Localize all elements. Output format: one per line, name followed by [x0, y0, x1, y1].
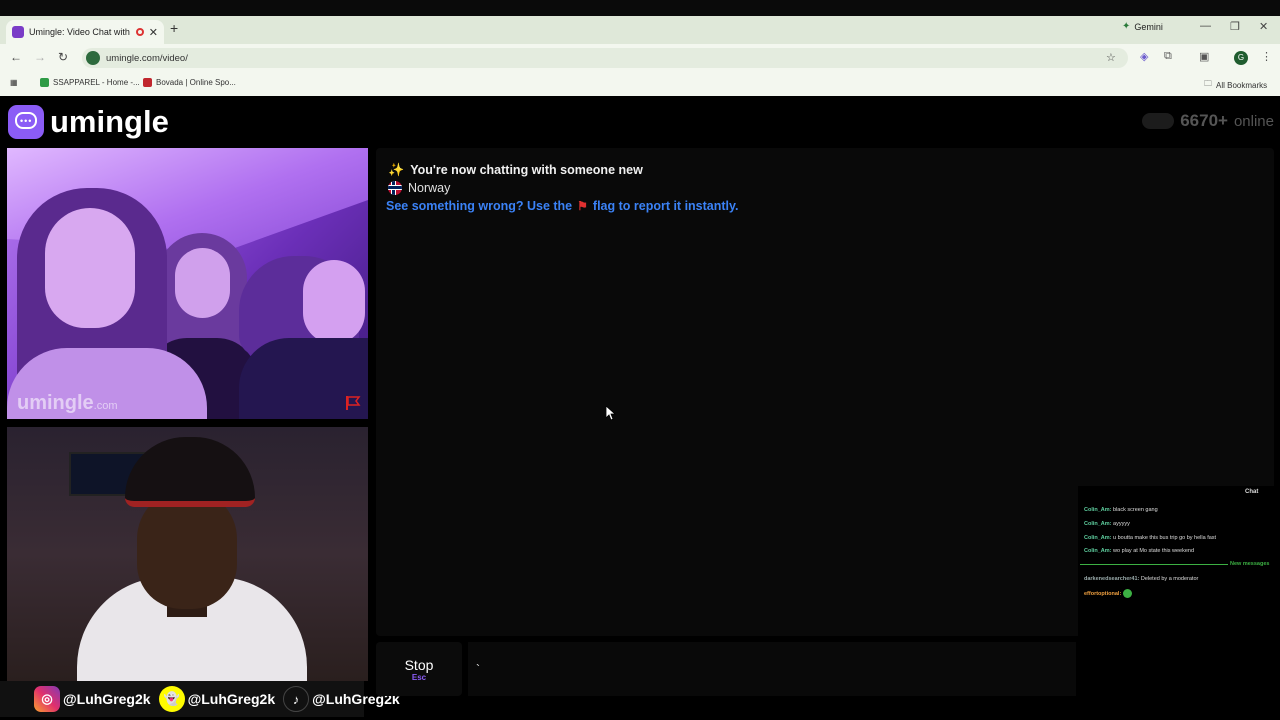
menu-icon[interactable]: ⋮: [1261, 50, 1272, 63]
url-text[interactable]: umingle.com/video/: [106, 53, 188, 64]
gemini-icon: ✦: [1122, 21, 1131, 32]
folder-icon: 🗀: [1204, 79, 1212, 88]
stream-chat-message: Colin_Am: wo play at Mo state this weeke…: [1084, 548, 1195, 554]
online-indicator: 6670+ online: [1142, 111, 1274, 131]
tab-close-icon[interactable]: ✕: [149, 26, 158, 39]
stream-chat-message: Colin_Am: ayyyyy: [1084, 521, 1130, 527]
bookmark-bovada[interactable]: Bovada | Online Spo...: [143, 78, 236, 87]
extension-puzzle-icon[interactable]: ◈: [1140, 50, 1148, 63]
chat-bubble-icon: •••: [8, 105, 44, 139]
report-hint: See something wrong? Use the ⚑ flag to r…: [386, 199, 739, 213]
reload-icon[interactable]: ↻: [58, 50, 68, 64]
all-bookmarks[interactable]: 🗀 All Bookmarks: [1204, 78, 1267, 92]
social-handles-bar: ◎ @LuhGreg2k 👻 @LuhGreg2k ♪ @LuhGreg2k: [0, 681, 400, 717]
mouse-cursor-icon: [606, 406, 616, 421]
bookmark-star-icon[interactable]: ☆: [1106, 51, 1116, 64]
stream-chat-message: effortoptional:: [1084, 589, 1132, 598]
bookmark-label: Bovada | Online Spo...: [156, 78, 236, 87]
new-tab-button[interactable]: +: [170, 20, 178, 36]
instagram-icon: ◎: [34, 686, 60, 712]
new-messages-divider: [1080, 564, 1228, 565]
gemini-button[interactable]: ✦ Gemini: [1122, 21, 1163, 32]
bookmark-label: SSAPPAREL - Home -...: [53, 78, 140, 87]
site-info-icon[interactable]: [86, 51, 100, 65]
profile-icon[interactable]: G: [1234, 51, 1248, 65]
message-input[interactable]: [468, 642, 1076, 696]
tab-strip: Umingle: Video Chat with St ✕: [0, 16, 1280, 44]
online-count: 6670+: [1180, 111, 1228, 130]
stream-chat-message: Colin_Am: black screen gang: [1084, 507, 1158, 513]
stop-shortcut: Esc: [411, 672, 427, 682]
status-message: ✨ You're now chatting with someone new: [388, 162, 643, 177]
sidebar-icon[interactable]: ▣: [1199, 50, 1209, 63]
browser-tab[interactable]: Umingle: Video Chat with St ✕: [6, 20, 164, 44]
bovada-icon: [143, 78, 152, 87]
extensions-icon[interactable]: ⧉: [1164, 50, 1172, 63]
umingle-favicon-icon: [12, 26, 24, 38]
close-window-icon[interactable]: ✕: [1259, 20, 1268, 33]
self-video: [7, 427, 368, 681]
online-label: online: [1233, 112, 1274, 130]
minimize-icon[interactable]: —: [1200, 20, 1211, 32]
stream-chat-message: Colin_Am: u boutta make this bus trip go…: [1084, 535, 1217, 541]
report-flag-icon[interactable]: [345, 396, 361, 410]
country-message: Norway: [388, 181, 450, 195]
window-top-bar: [0, 0, 1280, 16]
snapchat-icon: 👻: [158, 686, 185, 712]
sparkles-icon: ✨: [388, 162, 405, 177]
stream-chat-title: Chat: [1245, 489, 1259, 495]
umingle-logo[interactable]: ••• umingle: [8, 104, 169, 140]
address-bar[interactable]: umingle.com/video/: [82, 48, 1128, 68]
forward-icon[interactable]: →: [34, 50, 46, 64]
stop-label: Stop: [404, 656, 434, 673]
bookmark-ssapparel[interactable]: SSAPPAREL - Home -...: [40, 78, 140, 87]
back-icon[interactable]: ←: [10, 50, 22, 64]
gemini-label: Gemini: [1134, 21, 1163, 32]
stop-button[interactable]: Stop Esc: [376, 642, 462, 696]
stranger-video: umingle.com: [7, 148, 368, 419]
stream-chat-message: darkenedsearcher41: Deleted by a moderat…: [1084, 576, 1199, 582]
red-flag-icon: ⚑: [577, 199, 588, 213]
emote-icon: [1122, 589, 1132, 598]
norway-flag-icon: [388, 181, 402, 195]
snapchat-handle: 👻 @LuhGreg2k: [158, 686, 275, 712]
restore-icon[interactable]: ❐: [1230, 20, 1240, 33]
apps-grid-icon[interactable]: ▦: [10, 78, 18, 87]
recording-icon: [135, 28, 144, 36]
logo-text: umingle: [50, 104, 169, 139]
instagram-handle: ◎ @LuhGreg2k: [34, 686, 151, 712]
tiktok-icon: ♪: [283, 686, 310, 712]
umingle-watermark: umingle.com: [17, 392, 118, 414]
new-messages-label: New messages: [1230, 561, 1270, 567]
all-bookmarks-label: All Bookmarks: [1216, 80, 1268, 90]
ssapparel-icon: [40, 78, 49, 87]
online-toggle-icon[interactable]: [1142, 113, 1175, 129]
tab-title: Umingle: Video Chat with St: [29, 27, 131, 37]
